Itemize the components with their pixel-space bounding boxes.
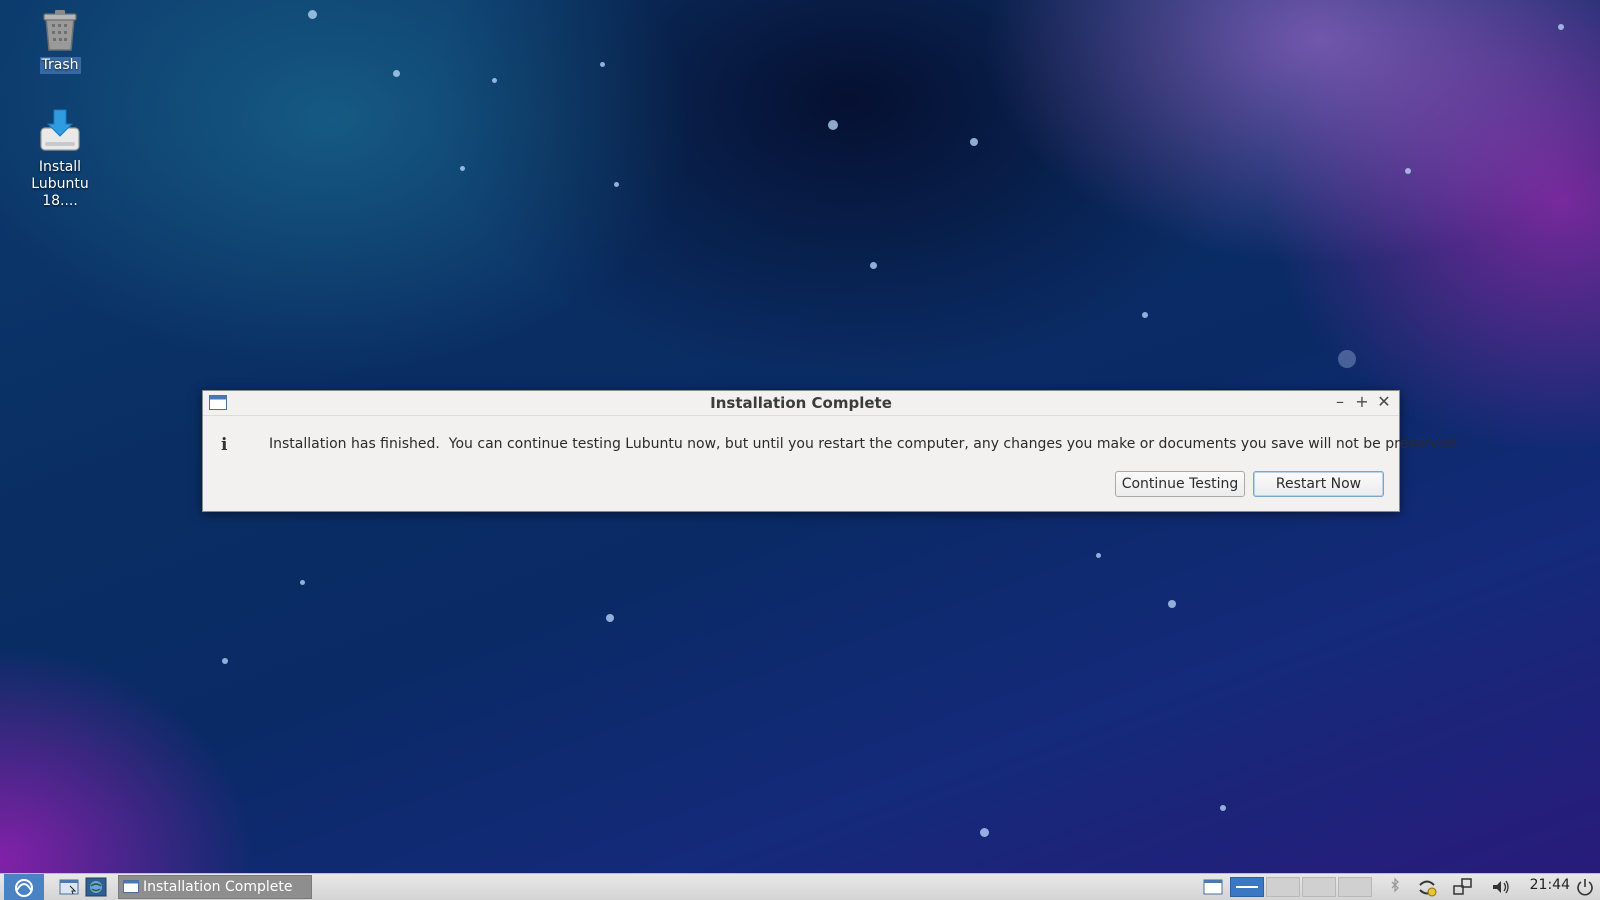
desktop-pager-3[interactable]	[1302, 877, 1336, 897]
star	[308, 10, 317, 19]
trash-icon	[43, 10, 77, 51]
dialog-message: Installation has finished. You can conti…	[269, 436, 1461, 452]
star	[614, 182, 619, 187]
star	[1220, 805, 1226, 811]
maximize-button[interactable]: +	[1353, 393, 1371, 411]
window-list-button[interactable]	[1202, 874, 1224, 900]
start-menu-button[interactable]	[4, 874, 44, 900]
desktop-pager-4[interactable]	[1338, 877, 1372, 897]
globe-icon	[85, 877, 107, 897]
star	[1142, 312, 1148, 318]
dialog-titlebar[interactable]: Installation Complete – + ✕	[203, 391, 1399, 416]
star	[1168, 600, 1176, 608]
task-label: Installation Complete	[143, 879, 293, 895]
info-icon: i	[221, 435, 228, 455]
star	[492, 78, 497, 83]
minimize-button[interactable]: –	[1331, 393, 1349, 411]
star	[1558, 24, 1564, 30]
web-browser-launcher[interactable]	[84, 874, 108, 900]
install-drive-icon	[40, 109, 80, 151]
close-button[interactable]: ✕	[1375, 393, 1393, 411]
network-icon[interactable]	[1452, 877, 1474, 897]
pager-window-indicator	[1236, 886, 1258, 888]
star	[300, 580, 305, 585]
restart-now-button[interactable]: Restart Now	[1253, 471, 1384, 497]
star	[460, 166, 465, 171]
power-icon[interactable]	[1574, 877, 1596, 897]
taskbar: Installation Complete 21:44	[0, 873, 1600, 900]
star	[980, 828, 989, 837]
star	[1096, 553, 1101, 558]
show-desktop-button[interactable]	[58, 874, 80, 900]
desktop: Trash Install Lubuntu 18.... Installatio…	[0, 0, 1600, 900]
star	[606, 614, 614, 622]
show-desktop-icon	[59, 879, 79, 895]
star	[393, 70, 400, 77]
desktop-pager-1[interactable]	[1230, 877, 1264, 897]
star	[970, 138, 978, 146]
volume-icon[interactable]	[1490, 877, 1512, 897]
taskbar-task-installation-complete[interactable]: Installation Complete	[118, 875, 312, 899]
continue-testing-button[interactable]: Continue Testing	[1115, 471, 1245, 497]
desktop-icon-install-lubuntu[interactable]: Install Lubuntu 18....	[10, 108, 110, 210]
desktop-icon-label-line1: Install	[38, 159, 82, 175]
star	[828, 120, 838, 130]
window-icon	[1203, 879, 1223, 895]
star	[1338, 350, 1356, 368]
window-icon	[123, 880, 139, 893]
star	[1405, 168, 1411, 174]
desktop-pager-2[interactable]	[1266, 877, 1300, 897]
desktop-icon-trash[interactable]: Trash	[10, 8, 110, 74]
lubuntu-logo-icon	[4, 874, 44, 900]
dialog-title: Installation Complete	[710, 394, 892, 412]
desktop-icon-label: Trash	[39, 57, 81, 74]
installation-complete-dialog: Installation Complete – + ✕ i Installati…	[202, 390, 1460, 512]
star	[870, 262, 877, 269]
desktop-icon-label-line2: Lubuntu 18....	[31, 176, 89, 209]
star	[222, 658, 228, 664]
bluetooth-icon[interactable]	[1384, 877, 1406, 897]
star	[600, 62, 605, 67]
update-notifier-icon[interactable]	[1416, 877, 1438, 897]
clock[interactable]: 21:44	[1530, 877, 1570, 893]
